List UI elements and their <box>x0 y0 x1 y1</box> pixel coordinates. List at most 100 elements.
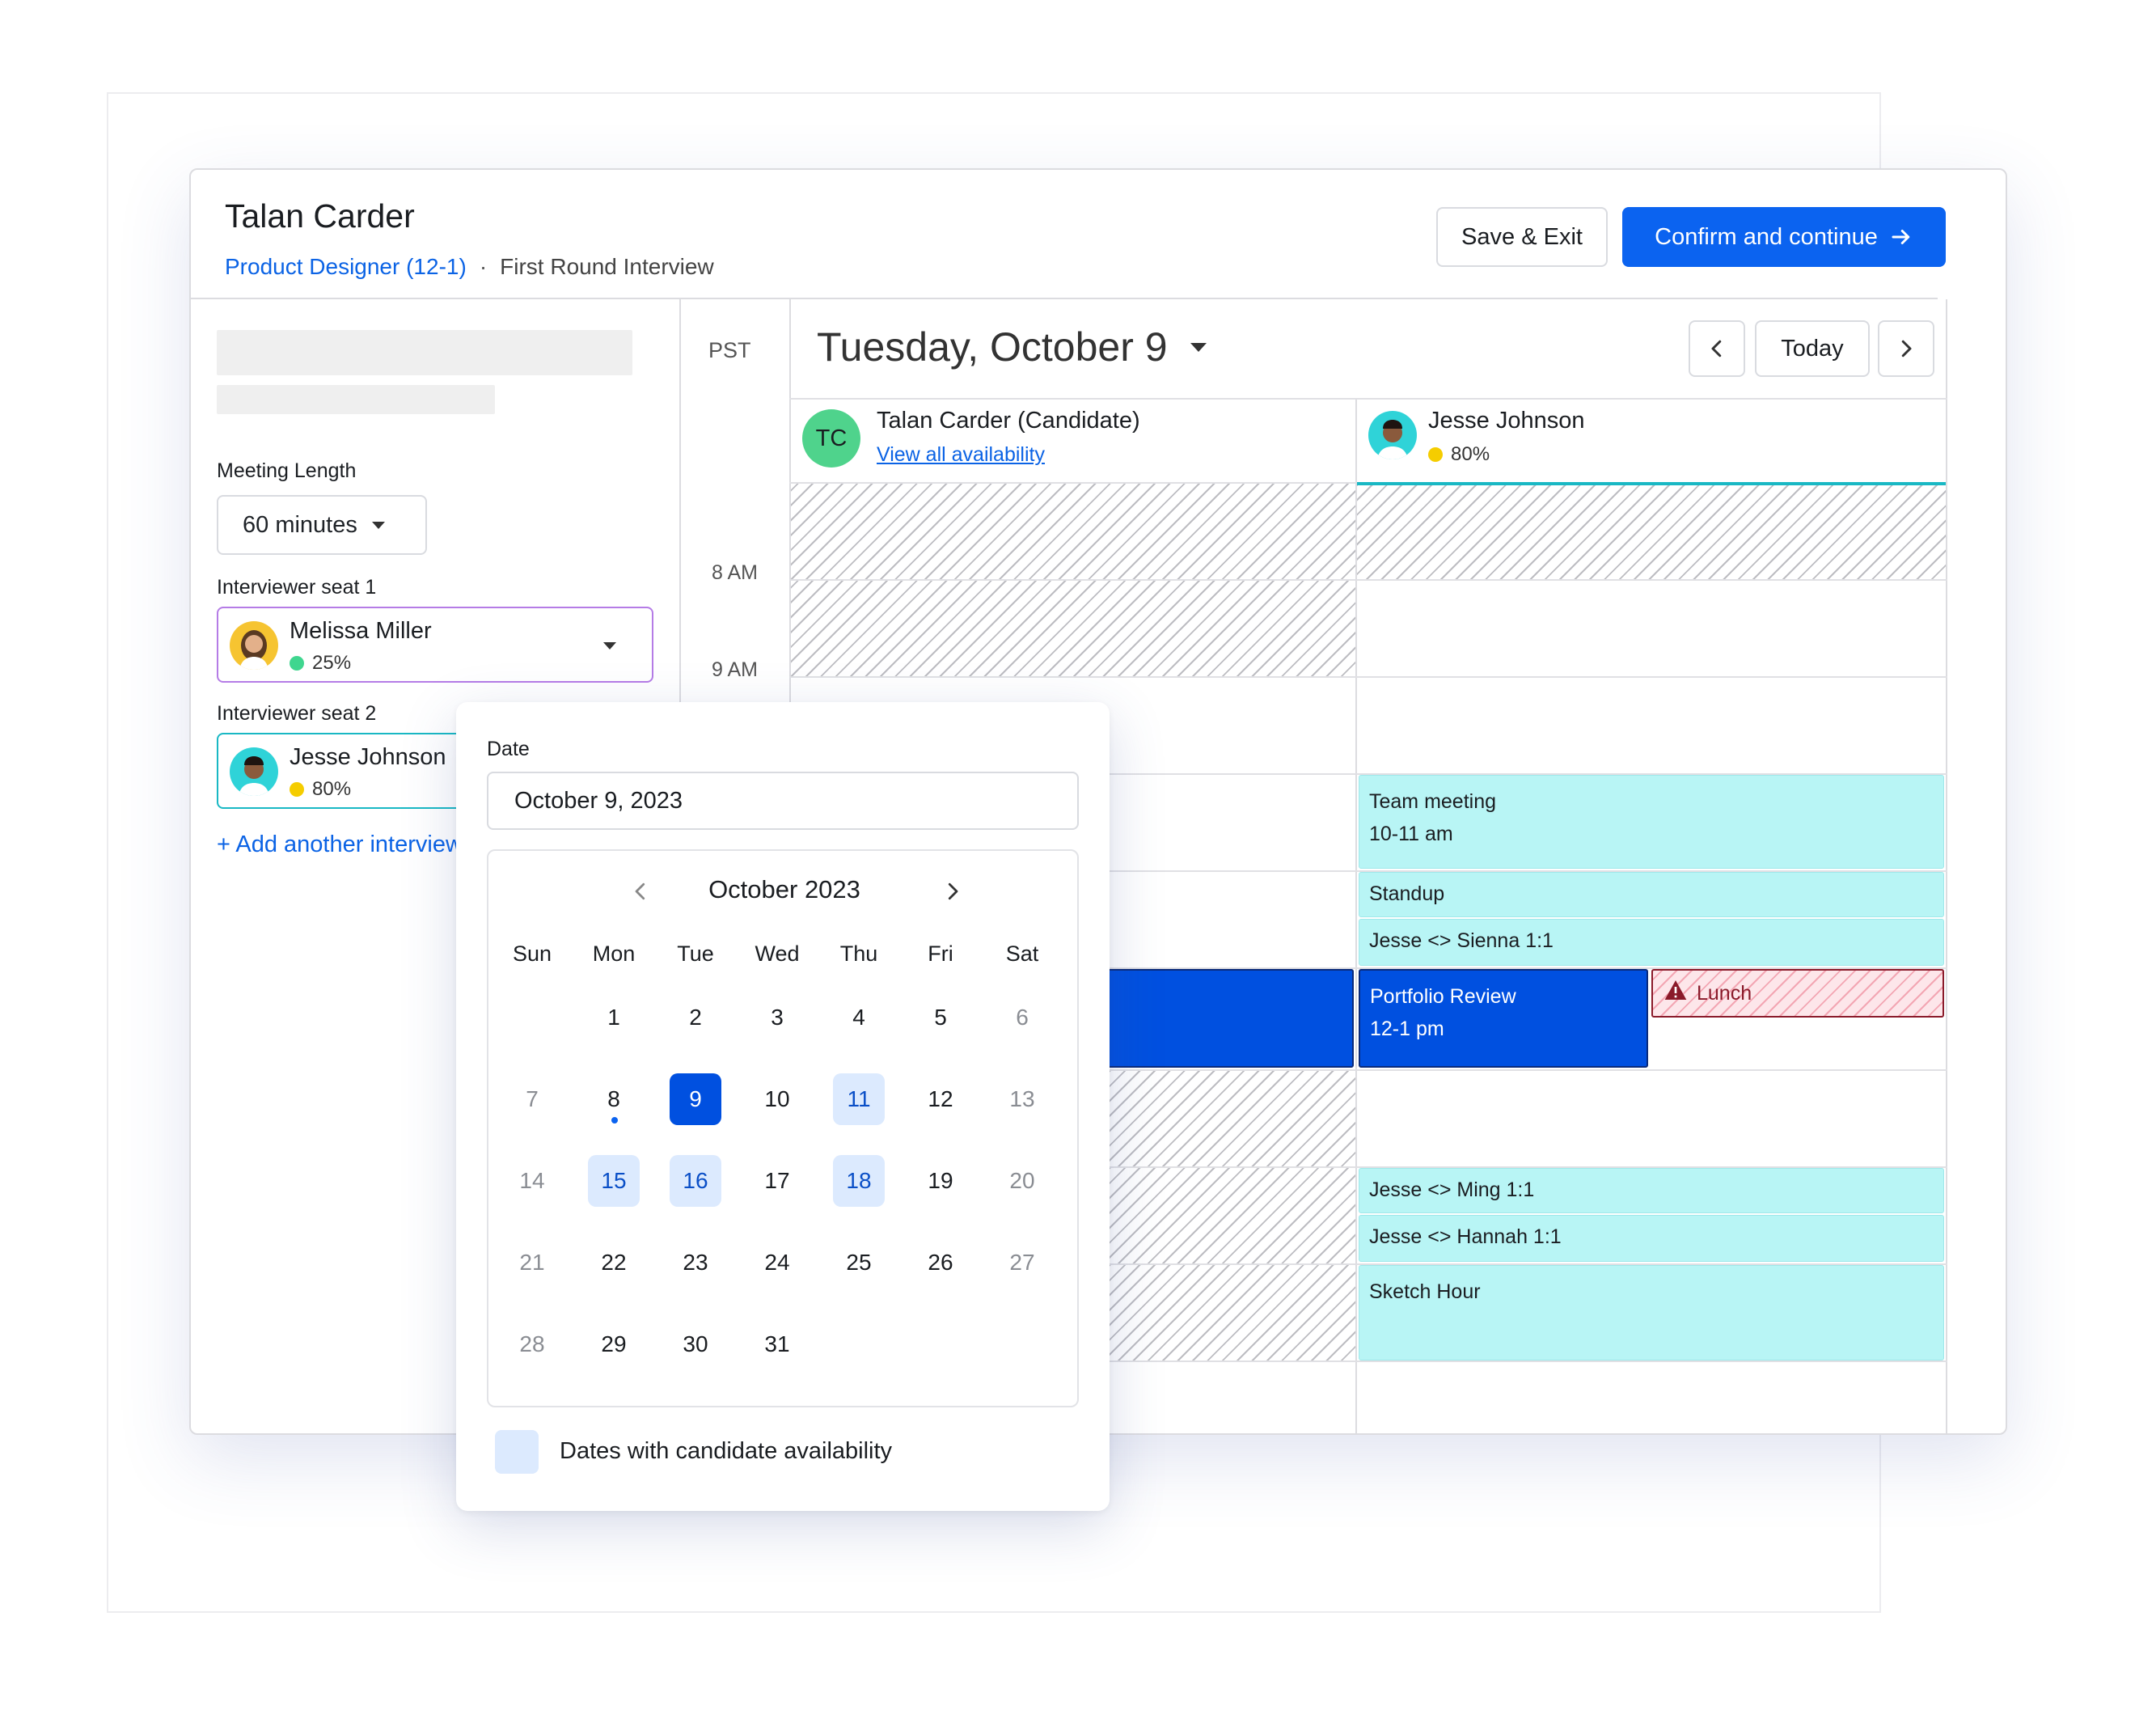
header-divider <box>191 298 1938 299</box>
avatar <box>1368 411 1417 459</box>
arrow-right-icon <box>1892 230 1910 244</box>
calendar-day[interactable]: 18 <box>833 1155 885 1207</box>
event-portfolio-review[interactable]: Portfolio Review 12-1 pm <box>1359 969 1648 1068</box>
calendar-day[interactable]: 31 <box>751 1318 803 1370</box>
availability-legend-text: Dates with candidate availability <box>560 1438 893 1464</box>
calendar-date-title[interactable]: Tuesday, October 9 <box>817 324 1207 370</box>
unavailable-block <box>1105 1168 1355 1263</box>
event-jesse-hannah[interactable]: Jesse <> Hannah 1:1 <box>1359 1215 1944 1262</box>
calendar-day[interactable]: 12 <box>915 1073 966 1125</box>
next-day-button[interactable] <box>1878 320 1934 377</box>
previous-day-button[interactable] <box>1689 320 1745 377</box>
avatar <box>230 747 278 796</box>
event-portfolio-review-candidate[interactable] <box>1080 969 1354 1068</box>
status-dot <box>290 656 304 671</box>
calendar-day[interactable]: 29 <box>588 1318 640 1370</box>
calendar-day[interactable]: 9 <box>670 1073 721 1125</box>
chevron-right-icon <box>948 882 958 900</box>
calendar-day[interactable]: 2 <box>670 992 721 1043</box>
calendar-day[interactable]: 19 <box>915 1155 966 1207</box>
seat1-percent: 25% <box>312 652 352 674</box>
calendar-day[interactable]: 13 <box>996 1073 1048 1125</box>
date-picker-popover: Date October 9, 2023 October 2023 Sun Mon… <box>456 702 1110 1511</box>
interviewer-percent: 80% <box>1451 443 1490 465</box>
calendar-day[interactable]: 17 <box>751 1155 803 1207</box>
event-team-meeting[interactable]: Team meeting 10-11 am <box>1359 775 1944 869</box>
calendar-day[interactable]: 21 <box>506 1237 558 1288</box>
calendar-day[interactable]: 15 <box>588 1155 640 1207</box>
save-exit-button[interactable]: Save & Exit <box>1436 207 1608 267</box>
weekday-header: Thu <box>839 942 878 966</box>
calendar-day[interactable]: 7 <box>506 1073 558 1125</box>
timezone-label: PST <box>708 338 751 362</box>
warning-icon <box>1664 980 1687 1000</box>
date-input[interactable]: October 9, 2023 <box>487 772 1079 830</box>
calendar-day[interactable]: 10 <box>751 1073 803 1125</box>
seat1-status: 25% <box>290 652 351 675</box>
event-jesse-sienna[interactable]: Jesse <> Sienna 1:1 <box>1359 919 1944 966</box>
next-month-button[interactable] <box>936 875 969 908</box>
time-label: 8 AM <box>712 561 758 584</box>
hour-line <box>789 676 1947 678</box>
candidate-column-name: Talan Carder (Candidate) <box>877 408 1140 434</box>
event-time: 12-1 pm <box>1370 1018 1444 1040</box>
previous-month-button[interactable] <box>624 875 657 908</box>
calendar-day[interactable]: 20 <box>996 1155 1048 1207</box>
meeting-length-select[interactable]: 60 minutes <box>217 495 427 555</box>
status-dot <box>290 782 304 797</box>
caret-down-icon <box>603 642 616 650</box>
candidate-name: Talan Carder <box>225 197 415 235</box>
event-sketch-hour[interactable]: Sketch Hour <box>1359 1265 1944 1360</box>
event-jesse-ming[interactable]: Jesse <> Ming 1:1 <box>1359 1168 1944 1213</box>
chevron-right-icon <box>1901 340 1912 358</box>
calendar-day[interactable]: 5 <box>915 992 966 1043</box>
calendar-day[interactable]: 28 <box>506 1318 558 1370</box>
interviewer-column-header: Jesse Johnson 80% <box>1357 398 1946 484</box>
seat2-percent: 80% <box>312 778 352 800</box>
loading-placeholder <box>217 330 632 375</box>
seat2-name: Jesse Johnson <box>290 744 446 770</box>
calendar-day[interactable]: 22 <box>588 1237 640 1288</box>
calendar-day[interactable]: 6 <box>996 992 1048 1043</box>
chevron-left-icon <box>1711 340 1722 358</box>
calendar-day[interactable]: 25 <box>833 1237 885 1288</box>
calendar-day[interactable]: 27 <box>996 1237 1048 1288</box>
unavailable-block <box>1105 1265 1355 1360</box>
interviewer-column-name: Jesse Johnson <box>1428 408 1585 434</box>
calendar-day[interactable]: 30 <box>670 1318 721 1370</box>
calendar-day[interactable]: 16 <box>670 1155 721 1207</box>
weekday-header: Mon <box>592 942 636 966</box>
calendar-day[interactable]: 23 <box>670 1237 721 1288</box>
seat1-label: Interviewer seat 1 <box>217 576 377 599</box>
interviewer-column-status: 80% <box>1428 443 1490 466</box>
candidate-column-header: TC Talan Carder (Candidate) View all ava… <box>791 398 1355 484</box>
today-indicator <box>611 1117 618 1123</box>
calendar-day[interactable]: 26 <box>915 1237 966 1288</box>
unavailable-block <box>1105 1071 1355 1166</box>
calendar-day[interactable]: 11 <box>833 1073 885 1125</box>
calendar-day[interactable]: 3 <box>751 992 803 1043</box>
job-link[interactable]: Product Designer (12-1) <box>225 254 467 280</box>
seat1-name: Melissa Miller <box>290 618 432 644</box>
caret-down-icon <box>1190 342 1207 352</box>
today-button[interactable]: Today <box>1755 320 1870 377</box>
event-title: Team meeting <box>1369 790 1497 813</box>
confirm-continue-button[interactable]: Confirm and continue <box>1622 207 1946 267</box>
add-interviewer-link[interactable]: + Add another interviewer <box>217 831 484 858</box>
calendar-day[interactable]: 8 <box>588 1073 640 1125</box>
weekday-header: Wed <box>755 942 800 966</box>
weekday-header: Sat <box>1005 942 1039 966</box>
event-title: Portfolio Review <box>1370 985 1516 1008</box>
date-title-text: Tuesday, October 9 <box>817 324 1168 370</box>
seat2-label: Interviewer seat 2 <box>217 702 377 725</box>
view-availability-link[interactable]: View all availability <box>877 443 1045 467</box>
event-standup[interactable]: Standup <box>1359 872 1944 917</box>
calendar-day[interactable]: 4 <box>833 992 885 1043</box>
interviewer-seat-1-select[interactable]: Melissa Miller 25% <box>217 607 653 683</box>
calendar-day[interactable]: 24 <box>751 1237 803 1288</box>
calendar-day[interactable]: 14 <box>506 1155 558 1207</box>
calendar-day[interactable]: 1 <box>588 992 640 1043</box>
event-lunch-conflict[interactable]: Lunch <box>1651 969 1944 1018</box>
caret-down-icon <box>371 521 385 529</box>
status-dot <box>1428 447 1443 462</box>
